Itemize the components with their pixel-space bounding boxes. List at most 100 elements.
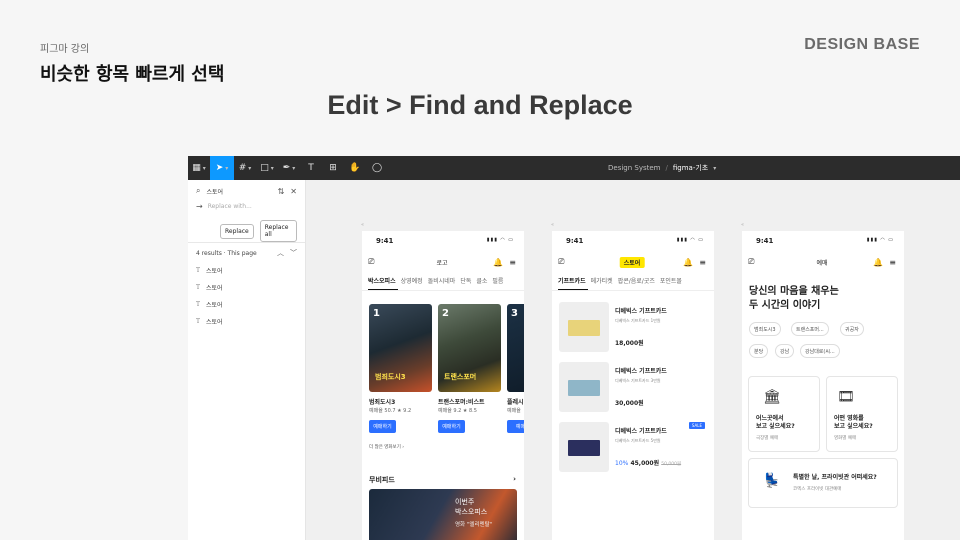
poster-title: 범죄도시3: [375, 373, 406, 381]
tab-classic[interactable]: 클소: [476, 276, 487, 285]
product-subtitle: 디베빅스 기프트카드 3만원: [615, 378, 661, 383]
tab-snacks[interactable]: 팝콘/음료/굿즈: [618, 276, 655, 285]
sale-price: 45,000원: [630, 460, 660, 467]
chevron-up-icon[interactable]: ︿: [277, 248, 284, 258]
product-item[interactable]: 디베빅스 기프트카드 디베빅스 기프트카드 1만원 18,000원: [559, 302, 709, 352]
book-button[interactable]: 예매하기: [438, 420, 465, 433]
frame-marker: «: [741, 222, 745, 228]
find-replace-panel: ⌕ 스토어 ⇅ ✕ → Replace with... Replace Repl…: [188, 180, 306, 540]
product-item[interactable]: 디베빅스 기프트카드 디베빅스 기프트카드 3만원 30,000원: [559, 362, 709, 412]
filter-icon[interactable]: ⇅: [278, 187, 285, 196]
booking-headline: 당신의 마음을 채우는 두 시간의 이야기: [749, 286, 839, 311]
project-name[interactable]: Design System: [608, 164, 661, 172]
recent-chip[interactable]: 분당: [749, 344, 769, 358]
private-booking-tile[interactable]: 💺 특별한 날, 프라이빗관 어떠세요? 코엑스 프라이빗 대관예매: [748, 458, 898, 508]
tab-pointmall[interactable]: 포인트몰: [660, 276, 682, 285]
book-button[interactable]: 예매하기: [369, 420, 396, 433]
more-movies-link[interactable]: 더 많은 영화보기 ›: [369, 444, 404, 450]
theater-booking-tile[interactable]: 🏛 어느곳에서 보고 싶으세요? 극장별 예매: [748, 376, 820, 452]
bell-icon[interactable]: 🔔: [683, 258, 693, 267]
chevron-down-icon[interactable]: ﹀: [290, 248, 297, 258]
resources-icon[interactable]: ⊞: [322, 156, 344, 180]
file-name[interactable]: figma-기초: [673, 163, 708, 173]
recent-chip[interactable]: 트랜스포머...: [791, 322, 829, 336]
book-button[interactable]: 예매: [507, 420, 524, 433]
tab-exclusive[interactable]: 단독: [460, 276, 471, 285]
file-breadcrumb[interactable]: Design System / figma-기초 ▾: [608, 156, 716, 180]
recent-chip[interactable]: 범죄도시3: [749, 322, 781, 336]
seat-icon: 💺: [763, 473, 781, 489]
banner-title: 이번주 박스오피스: [455, 498, 488, 516]
feed-banner[interactable]: 이번주 박스오피스 영화 "엘리멘탈": [369, 489, 517, 540]
slide-title: 비슷한 항목 빠르게 선택: [40, 64, 225, 85]
tab-boxoffice[interactable]: 박스오피스: [368, 276, 396, 285]
hand-tool-icon[interactable]: ✋: [344, 156, 366, 180]
phone-frame-store[interactable]: 9:41 ▮▮▮ ◠ ▭ ⎚ 스토어 🔔 ≡ 기프트카드 메가티켓 팝콘/음료/굿…: [552, 231, 714, 540]
comment-icon[interactable]: ◯: [366, 156, 388, 180]
close-icon[interactable]: ✕: [290, 187, 297, 196]
tab-giftcard[interactable]: 기프트카드: [558, 276, 586, 285]
product-item[interactable]: 디베빅스 기프트카드 디베빅스 기프트카드 5만원 10% 45,000원 50…: [559, 422, 709, 472]
result-item[interactable]: T 스토어: [196, 283, 297, 292]
menu-icon[interactable]: ≡: [509, 258, 516, 267]
sale-badge: SALE: [688, 422, 705, 429]
movie-booking-tile[interactable]: 🎞 어떤 영화를 보고 싶으세요? 영화별 예매: [826, 376, 898, 452]
result-label: 스토어: [206, 268, 223, 275]
bell-icon[interactable]: 🔔: [493, 258, 503, 267]
status-bar: 9:41 ▮▮▮ ◠ ▭: [376, 237, 514, 245]
phone-frame-home[interactable]: 9:41 ▮▮▮ ◠ ▭ ⎚ 로고 🔔 ≡ 박스오피스 상영예정 돌비시네마 단독…: [362, 231, 524, 540]
product-price: 30,000원: [615, 400, 644, 407]
text-layer-icon: T: [196, 318, 201, 325]
chevron-right-icon[interactable]: ›: [513, 475, 516, 485]
product-name: 디베빅스 기프트카드: [615, 428, 667, 435]
movie-poster[interactable]: 2 트랜스포머: [438, 304, 501, 392]
replace-input[interactable]: Replace with...: [208, 203, 252, 210]
frame-tool-icon[interactable]: # ▾: [234, 156, 256, 180]
ticket-icon[interactable]: ⎚: [558, 257, 564, 267]
tile-subtitle: 극장별 예매: [756, 436, 779, 441]
tab-dolby[interactable]: 돌비시네마: [428, 276, 456, 285]
movie-poster[interactable]: 3: [507, 304, 524, 392]
menu-icon[interactable]: ≡: [699, 258, 706, 267]
main-menu-icon[interactable]: ▦ ▾: [188, 156, 210, 180]
status-time: 9:41: [756, 237, 774, 245]
pen-tool-icon[interactable]: ✒ ▾: [278, 156, 300, 180]
divider: [188, 242, 305, 243]
app-header: ⎚ 예매 🔔 ≡: [748, 256, 896, 268]
results-count[interactable]: 4 results · This page: [196, 250, 271, 257]
movie-poster[interactable]: 1 범죄도시3: [369, 304, 432, 392]
movie-rating: 예매율: [507, 408, 521, 414]
poster-title: 3: [511, 308, 518, 319]
result-item[interactable]: T 스토어: [196, 300, 297, 309]
tab-upcoming[interactable]: 상영예정: [401, 276, 423, 285]
tab-film[interactable]: 필름: [492, 276, 503, 285]
result-item[interactable]: T 스토어: [196, 266, 297, 275]
status-bar: 9:41 ▮▮▮ ◠ ▭: [566, 237, 704, 245]
recent-chip[interactable]: 강남대로(씨...: [800, 344, 840, 358]
replace-all-button[interactable]: Replace all: [259, 220, 297, 242]
header-title: 스토어: [619, 256, 645, 268]
menu-icon[interactable]: ≡: [889, 258, 896, 267]
ticket-icon[interactable]: ⎚: [368, 257, 374, 267]
status-time: 9:41: [566, 237, 584, 245]
shape-tool-icon[interactable]: □ ▾: [256, 156, 278, 180]
chevron-down-icon[interactable]: ▾: [713, 165, 716, 172]
recent-chip[interactable]: 귀공자: [840, 322, 864, 336]
movie-title: 범죄도시3: [369, 399, 396, 406]
page-heading: Edit > Find and Replace: [327, 90, 633, 120]
replace-button[interactable]: Replace: [220, 223, 254, 239]
bell-icon[interactable]: 🔔: [873, 258, 883, 267]
move-tool-icon[interactable]: ➤ ▾: [210, 156, 234, 180]
tile-title: 특별한 날, 프라이빗관 어떠세요?: [793, 474, 877, 481]
replace-buttons: Replace Replace all: [220, 220, 297, 242]
ticket-icon[interactable]: ⎚: [748, 257, 754, 267]
find-input[interactable]: 스토어: [206, 187, 271, 196]
result-item[interactable]: T 스토어: [196, 317, 297, 326]
tab-megaticket[interactable]: 메가티켓: [591, 276, 613, 285]
arrow-right-icon: →: [196, 202, 203, 211]
status-bar: 9:41 ▮▮▮ ◠ ▭: [756, 237, 894, 245]
text-tool-icon[interactable]: T: [300, 156, 322, 180]
recent-chip[interactable]: 강남: [775, 344, 795, 358]
movie-rating: 예매율 50.7 ★ 9.2: [369, 408, 412, 414]
phone-frame-booking[interactable]: 9:41 ▮▮▮ ◠ ▭ ⎚ 예매 🔔 ≡ 당신의 마음을 채우는 두 시간의 이야…: [742, 231, 904, 540]
